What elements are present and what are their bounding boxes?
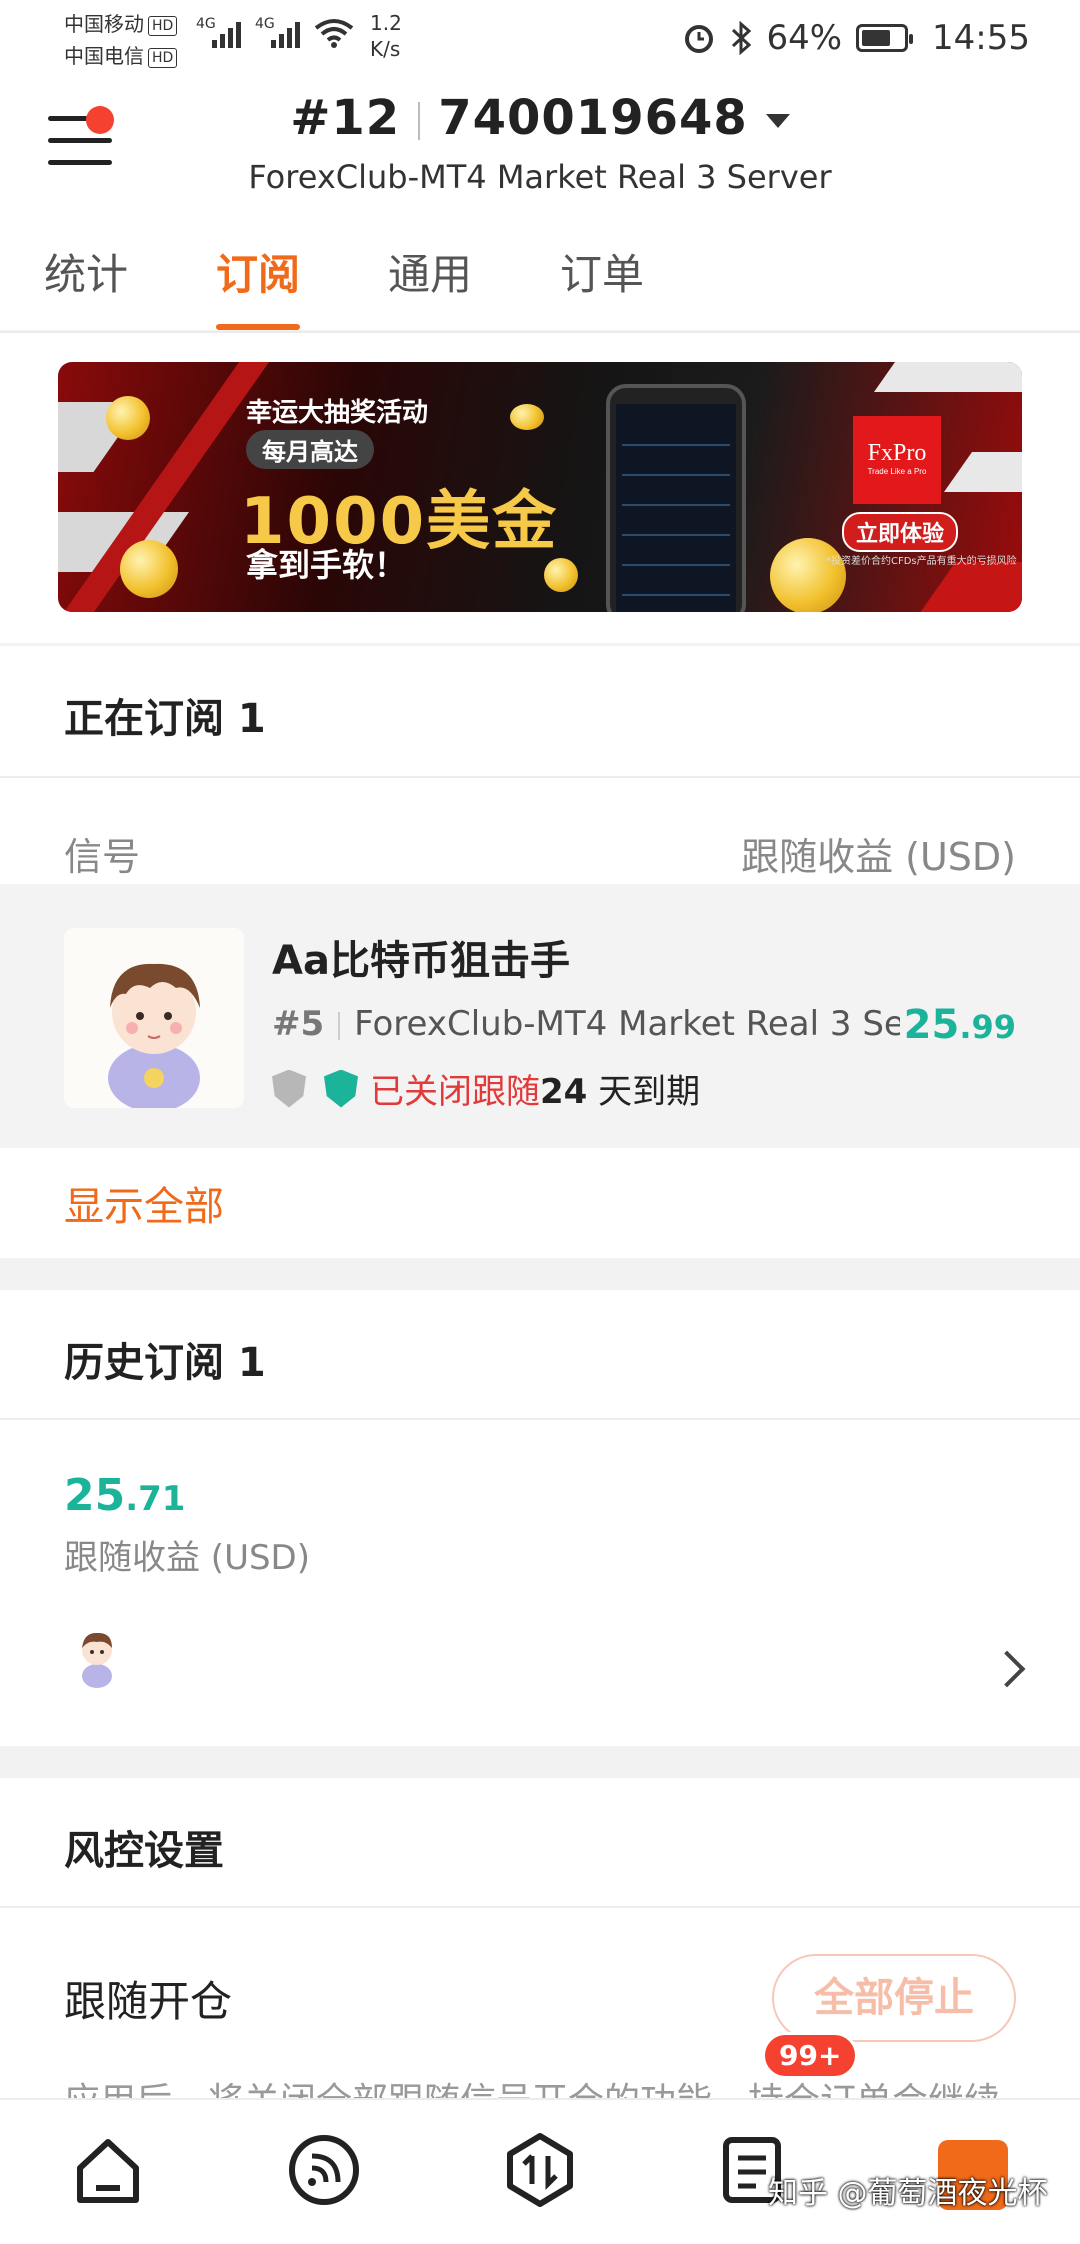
history-profit-int: 25	[64, 1470, 126, 1521]
profit-dec: .99	[959, 1008, 1016, 1046]
divider	[0, 776, 1080, 778]
risk-settings-title: 风控设置	[64, 1828, 224, 1874]
speed-unit: K/s	[370, 37, 401, 61]
signal-indicators: 4G 4G	[196, 16, 354, 48]
signal-profit: 25.99	[899, 1002, 1016, 1048]
signal-meta: #5 ForexClub-MT4 Market Real 3 Server	[272, 1004, 974, 1044]
tab-stats[interactable]: 统计	[44, 240, 128, 332]
speed-value: 1.2	[370, 11, 402, 35]
signal-bars-icon: 4G	[196, 16, 241, 48]
clock: 14:55	[932, 18, 1030, 58]
history-signal-avatar	[72, 1622, 122, 1688]
history-profit-dec: .71	[125, 1479, 186, 1519]
days-left: 24	[540, 1072, 588, 1112]
follow-open-label: 跟随开仓	[64, 1977, 233, 2026]
battery-icon	[856, 24, 914, 52]
trade-icon[interactable]	[500, 2130, 580, 2210]
signal-server: ForexClub-MT4 Market Real 3 Server	[354, 1004, 974, 1044]
brand-name: FxPro	[867, 440, 927, 466]
dropdown-caret-icon	[765, 114, 790, 128]
account-selector[interactable]: #12 740019648	[0, 90, 1080, 146]
coin-icon	[770, 538, 846, 612]
days-suffix: 天到期	[587, 1072, 701, 1112]
profit-int: 25	[903, 1002, 960, 1048]
bluetooth-icon	[732, 21, 752, 55]
signal-status: 已关闭跟随24 天到期	[272, 1064, 700, 1113]
watermark: 知乎 @葡萄酒夜光杯	[768, 2176, 1048, 2211]
carrier-1: 中国移动	[64, 12, 144, 36]
coin-icon	[120, 540, 178, 598]
history-title: 历史订阅 1	[64, 1340, 266, 1386]
promo-banner[interactable]: 幸运大抽奖活动 每月高达 1000美金 拿到手软！ FxPro Trade Lik…	[58, 362, 1022, 612]
signal-avatar	[64, 928, 244, 1108]
orders-badge: 99+	[762, 2032, 859, 2079]
banner-line2: 每月高达	[246, 430, 374, 469]
hd-badge: HD	[148, 15, 178, 36]
alarm-icon	[685, 25, 714, 53]
history-profit: 25.71	[64, 1470, 185, 1521]
home-icon[interactable]	[68, 2130, 148, 2210]
phone-graphic	[606, 384, 746, 612]
follow-status: 已关闭跟随	[370, 1072, 540, 1112]
network-speed: 1.2 K/s	[370, 10, 402, 62]
signal-bars-icon: 4G	[255, 16, 300, 48]
protection-shield-icon	[324, 1069, 358, 1108]
verified-shield-icon	[272, 1069, 306, 1108]
divider	[0, 1418, 1080, 1420]
server-name: ForexClub-MT4 Market Real 3 Server	[248, 158, 832, 196]
tab-orders[interactable]: 订单	[560, 240, 644, 332]
net-type-1: 4G	[196, 16, 216, 32]
tab-subscriptions[interactable]: 订阅	[216, 240, 301, 332]
net-type-2: 4G	[255, 16, 275, 32]
account-number: 740019648	[438, 90, 748, 146]
signal-name: Aa比特币狙击手	[272, 938, 570, 984]
carrier-2: 中国电信	[64, 44, 144, 68]
coin-icon	[510, 404, 544, 430]
profit-column-header: 跟随收益 (USD)	[741, 835, 1016, 879]
account-prefix: #12	[290, 90, 401, 146]
signal-column-header: 信号	[64, 835, 141, 879]
coin-icon	[544, 558, 578, 592]
brand-tagline: Trade Like a Pro	[867, 467, 927, 476]
stop-all-button[interactable]: 全部停止	[772, 1954, 1016, 2042]
tab-general[interactable]: 通用	[388, 240, 472, 332]
try-now-button[interactable]: 立即体验	[842, 512, 959, 552]
tab-bar: 统计 订阅 通用 订单	[0, 240, 1080, 332]
divider	[0, 1906, 1080, 1908]
current-subscriptions-title: 正在订阅 1	[64, 696, 266, 742]
hd-badge: HD	[148, 47, 178, 68]
show-all-link[interactable]: 显示全部	[64, 1174, 224, 1232]
coin-icon	[106, 396, 150, 440]
battery-percent: 64%	[766, 18, 843, 58]
history-profit-label: 跟随收益 (USD)	[64, 1538, 310, 1578]
banner-line1: 幸运大抽奖活动	[246, 398, 429, 428]
signal-rank: #5	[272, 1004, 325, 1044]
banner-disclaimer: *投资差价合约CFDs产品有重大的亏损风险	[826, 556, 1017, 567]
wifi-icon	[314, 19, 354, 48]
carrier-info: 中国移动 HD 中国电信 HD	[64, 8, 178, 72]
status-right: 64% 14:55	[682, 18, 1030, 58]
fxpro-logo: FxPro Trade Like a Pro	[853, 416, 941, 504]
banner-line3: 拿到手软！	[246, 546, 407, 584]
signal-icon[interactable]	[284, 2130, 364, 2210]
